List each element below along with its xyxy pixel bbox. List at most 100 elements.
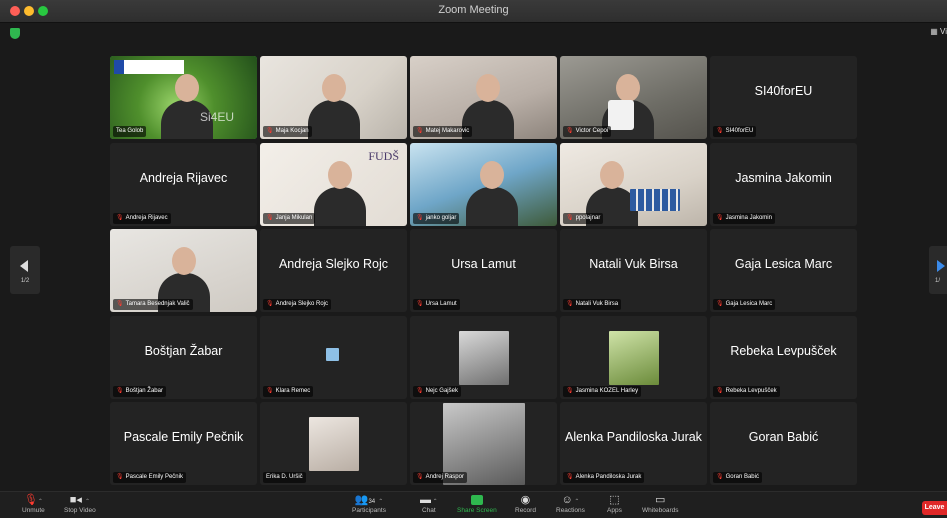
shield-icon[interactable] (10, 28, 20, 39)
person-silhouette (616, 74, 640, 102)
participant-name: Andreja Rijavec (125, 214, 168, 221)
muted-microphone-icon: 🎙 (416, 301, 424, 307)
apps-label: Apps (607, 507, 622, 514)
participant-display-name: Andreja Rijavec (139, 170, 228, 185)
whiteboards-button[interactable]: ▭ Whiteboards (642, 494, 679, 514)
participant-name-label: 🎙 Goran Babić (713, 472, 762, 483)
participant-tile[interactable]: Ursa Lamut 🎙 Ursa Lamut (410, 229, 557, 312)
muted-microphone-icon: 🎙 (566, 474, 574, 480)
person-silhouette (175, 74, 199, 102)
video-gallery: Si4EU Tea Golob 🎙 Maja Kocjan 🎙 Matej Makarov… (110, 56, 860, 486)
participants-button[interactable]: 👥34 ⌃ Participants (352, 494, 386, 514)
participant-tile[interactable]: 🎙 Andrej Raspor (410, 402, 557, 485)
share-screen-button[interactable]: Share Screen (457, 494, 497, 514)
participant-display-name: Ursa Lamut (451, 257, 516, 271)
page-indicator: 1/ (935, 278, 941, 284)
share-screen-icon (457, 494, 497, 507)
participant-tile[interactable]: Gaja Lesica Marc 🎙 Gaja Lesica Marc (710, 229, 857, 312)
muted-microphone-icon: 🎙 (566, 214, 574, 221)
participant-tile[interactable]: Rebeka Levpušček 🎙 Rebeka Levpušček (710, 315, 857, 399)
participant-tile[interactable]: 🎙 janko goljar (410, 142, 557, 226)
muted-microphone-icon: 🎙 (566, 301, 574, 307)
record-button[interactable]: ◉ Record (515, 494, 536, 514)
participant-tile[interactable]: 🎙 Jasmina KOZEL Harley (560, 315, 707, 399)
participant-name: Ursa Lamut (425, 301, 457, 307)
participant-name: Rebeka Levpušček (725, 387, 777, 394)
window-titlebar: Zoom Meeting (0, 0, 947, 23)
participant-name: Natali Vuk Birsa (575, 301, 619, 307)
participant-name-label: 🎙 Natali Vuk Birsa (563, 299, 622, 310)
participant-name-label: 🎙 Jasmina KOZEL Harley (563, 385, 642, 397)
previous-page-button[interactable]: 1/2 (10, 246, 40, 294)
participant-display-name: Rebeka Levpušček (730, 343, 837, 358)
participant-tile[interactable]: Jasmina Jakomin 🎙 Jasmina Jakomin (710, 142, 857, 226)
unmute-button[interactable]: 🎙⌃ Unmute (22, 494, 45, 514)
participant-display-name: Gaja Lesica Marc (734, 257, 833, 271)
participant-name-label: 🎙 Victor Cepoi (563, 126, 612, 137)
participant-name-label: 🎙 Klara Remec (263, 385, 314, 397)
stop-video-label: Stop Video (64, 507, 96, 514)
participant-tile[interactable]: 🎙 Klara Remec (260, 315, 407, 399)
view-button[interactable]: Vi (930, 27, 947, 36)
reactions-label: Reactions (556, 507, 585, 514)
muted-microphone-icon: 🎙 (116, 301, 124, 307)
person-body (308, 100, 360, 139)
participant-tile[interactable]: Natali Vuk Birsa 🎙 Natali Vuk Birsa (560, 229, 707, 312)
muted-microphone-icon: 🎙 (716, 474, 724, 480)
participant-name-label: 🎙 Boštjan Žabar (113, 385, 166, 397)
participant-tile[interactable]: Goran Babić 🎙 Goran Babić (710, 402, 857, 485)
participant-name: Janja Mikulan (275, 214, 313, 221)
muted-microphone-icon: 🎙 (416, 387, 424, 394)
muted-microphone-icon: 🎙 (716, 214, 724, 221)
participant-name: Andrej Raspor (425, 474, 464, 480)
participant-tile[interactable]: 🎙 Tamara Besednjak Valič (110, 229, 257, 312)
page-indicator: 1/2 (20, 278, 30, 284)
person-silhouette (322, 74, 346, 102)
person-body (466, 186, 518, 226)
participant-tile[interactable]: 🎙 Victor Cepoi (560, 56, 707, 139)
participant-name: Matej Makarovic (425, 128, 470, 134)
participant-tile[interactable]: Si4EU Tea Golob (110, 56, 257, 139)
participant-name: Gaja Lesica Marc (725, 301, 773, 307)
muted-microphone-icon: 🎙 (416, 214, 424, 221)
participant-name: Nejc Gajšek (425, 387, 458, 394)
next-page-button[interactable]: 1/ (929, 246, 947, 294)
participant-display-name: Boštjan Žabar (144, 343, 223, 358)
participant-tile[interactable]: Boštjan Žabar 🎙 Boštjan Žabar (110, 315, 257, 399)
participant-tile[interactable]: Pascale Emily Pečnik 🎙 Pascale Emily Pečni… (110, 402, 257, 485)
participant-tile[interactable]: 🎙 ppolajnar (560, 142, 707, 226)
participants-icon: 👥34 ⌃ (354, 494, 384, 506)
leave-button[interactable]: Leave (922, 501, 947, 515)
participant-name-label: 🎙 Andreja Slejko Rojc (263, 299, 331, 310)
person-silhouette (476, 74, 500, 102)
participant-tile[interactable]: 🎙 Nejc Gajšek (410, 315, 557, 399)
participant-tile[interactable]: Alenka Pandiloska Jurak 🎙 Alenka Pandilosk… (560, 402, 707, 485)
participant-name: Tea Golob (116, 128, 144, 134)
participant-tile[interactable]: SI40forEU 🎙 SI40forEU (710, 56, 857, 139)
participant-tile[interactable]: 🎙 Maja Kocjan (260, 56, 407, 139)
participant-tile[interactable]: 🎙 Matej Makarovic (410, 56, 557, 139)
participant-display-name: Goran Babić (748, 430, 819, 444)
participant-name: janko goljar (425, 214, 457, 221)
reactions-button[interactable]: ☺ ⌃ Reactions (556, 494, 585, 514)
chat-button[interactable]: ▬ ⌃ Chat (420, 494, 438, 514)
muted-microphone-icon: 🎙⌃ (23, 494, 43, 506)
participant-name: Boštjan Žabar (125, 387, 163, 394)
arrow-left-icon (20, 260, 28, 272)
avatar-placeholder (326, 347, 339, 361)
apps-button[interactable]: ⬚ Apps (607, 494, 622, 514)
participant-tile[interactable]: Andreja Rijavec 🎙 Andreja Rijavec (110, 142, 257, 226)
participant-tile[interactable]: Andreja Slejko Rojc 🎙 Andreja Slejko Rojc (260, 229, 407, 312)
participant-name-label: 🎙 Matej Makarovic (413, 126, 473, 137)
participant-tile[interactable]: Erika D. Uršič (260, 402, 407, 485)
muted-microphone-icon: 🎙 (416, 474, 424, 480)
stop-video-button[interactable]: ■◂ ⌃ Stop Video (64, 494, 96, 514)
muted-microphone-icon: 🎙 (266, 301, 274, 307)
chat-icon: ▬ ⌃ (420, 494, 438, 506)
participant-name-label: 🎙 Janja Mikulan (263, 212, 316, 224)
eu-banner (114, 60, 184, 74)
apps-icon: ⬚ (609, 494, 620, 506)
person-silhouette (480, 160, 504, 189)
participant-name-label: 🎙 Alenka Pandiloska Jurak (563, 472, 645, 483)
participant-tile[interactable]: FUDŠ 🎙 Janja Mikulan (260, 142, 407, 226)
